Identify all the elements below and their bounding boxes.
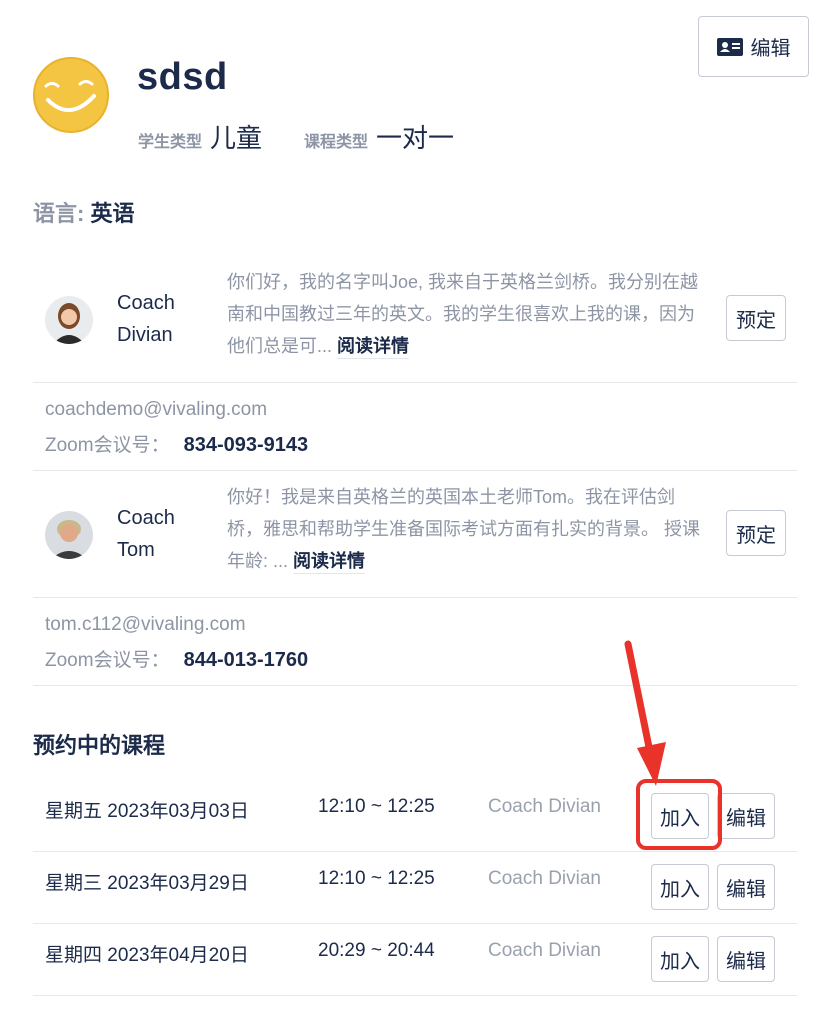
language-value: 英语 — [90, 201, 135, 226]
coach-email: coachdemo@vivaling.com — [45, 399, 268, 420]
join-button[interactable]: 加入 — [651, 936, 709, 982]
edit-profile-label: 编辑 — [750, 38, 791, 60]
lesson-coach: Coach Divian — [488, 940, 601, 961]
coach-name-tom: Coach Tom — [117, 507, 175, 561]
zoom-number: 834-093-9143 — [183, 434, 309, 456]
lesson-coach: Coach Divian — [488, 868, 601, 889]
divider — [33, 685, 797, 686]
student-meta: 学生类型 儿童 课程类型 一对一 — [138, 118, 454, 155]
lesson-coach: Coach Divian — [488, 796, 601, 817]
coach-bio-divian: 你们好，我的名字叫Joe, 我来自于英格兰剑桥。我分别在越南和中国教过三年的英文… — [227, 266, 707, 362]
course-type-label: 课程类型 — [304, 134, 369, 151]
edit-lesson-button[interactable]: 编辑 — [717, 936, 775, 982]
divider — [33, 995, 797, 996]
zoom-label: Zoom会议号： — [45, 650, 170, 671]
coach-avatar-icon — [45, 296, 93, 344]
coach-avatar-icon — [45, 511, 93, 559]
coach-card-tom: Coach Tom 你好！我是来自英格兰的英国本土老师Tom。我在评估剑桥，雅思… — [33, 478, 797, 598]
edit-lesson-button[interactable]: 编辑 — [717, 864, 775, 910]
book-button[interactable]: 预定 — [726, 510, 786, 556]
language-label: 语言: — [33, 201, 85, 226]
zoom-info: Zoom会议号： 844-013-1760 — [45, 645, 308, 672]
zoom-label: Zoom会议号： — [45, 435, 170, 456]
red-arrow-icon — [624, 640, 666, 786]
lesson-date: 星期三 2023年03月29日 — [45, 873, 249, 894]
read-more-link[interactable]: 阅读详情 — [293, 551, 366, 574]
lesson-date: 星期四 2023年04月20日 — [45, 945, 249, 966]
divider — [33, 923, 797, 924]
join-button[interactable]: 加入 — [651, 864, 709, 910]
book-button[interactable]: 预定 — [726, 295, 786, 341]
lesson-time: 20:29 ~ 20:44 — [318, 940, 435, 961]
language-row: 语言: 英语 — [33, 196, 134, 228]
student-avatar — [32, 56, 110, 134]
upcoming-lessons-title: 预约中的课程 — [33, 733, 166, 758]
coach-bio-tom: 你好！我是来自英格兰的英国本土老师Tom。我在评估剑桥，雅思和帮助学生准备国际考… — [227, 481, 707, 577]
coach-card-divian: Coach Divian 你们好，我的名字叫Joe, 我来自于英格兰剑桥。我分别… — [33, 262, 797, 382]
divider — [33, 597, 797, 598]
coach-name-divian: Coach Divian — [117, 292, 175, 346]
coach-photo-tom — [45, 511, 93, 559]
lesson-date: 星期五 2023年03月03日 — [45, 801, 249, 822]
smiley-avatar-icon — [33, 57, 109, 133]
student-name: sdsd — [137, 56, 228, 98]
divider — [33, 851, 797, 852]
student-type-label: 学生类型 — [138, 134, 203, 151]
student-type-value: 儿童 — [210, 123, 263, 153]
id-card-icon — [716, 37, 743, 56]
lesson-row: 星期四 2023年04月20日 20:29 ~ 20:44 Coach Divi… — [33, 936, 797, 1010]
edit-lesson-button[interactable]: 编辑 — [717, 793, 775, 839]
course-type-value: 一对一 — [376, 123, 455, 153]
zoom-number: 844-013-1760 — [183, 649, 309, 671]
lesson-row: 星期三 2023年03月29日 12:10 ~ 12:25 Coach Divi… — [33, 864, 797, 940]
edit-profile-button[interactable]: 编辑 — [698, 16, 809, 77]
coach-email: tom.c112@vivaling.com — [45, 614, 246, 635]
coach-photo-divian — [45, 296, 93, 344]
divider — [33, 382, 797, 383]
zoom-info: Zoom会议号： 834-093-9143 — [45, 430, 308, 457]
divider — [33, 470, 797, 471]
lesson-time: 12:10 ~ 12:25 — [318, 868, 435, 889]
lesson-time: 12:10 ~ 12:25 — [318, 796, 435, 817]
read-more-link[interactable]: 阅读详情 — [337, 336, 410, 359]
